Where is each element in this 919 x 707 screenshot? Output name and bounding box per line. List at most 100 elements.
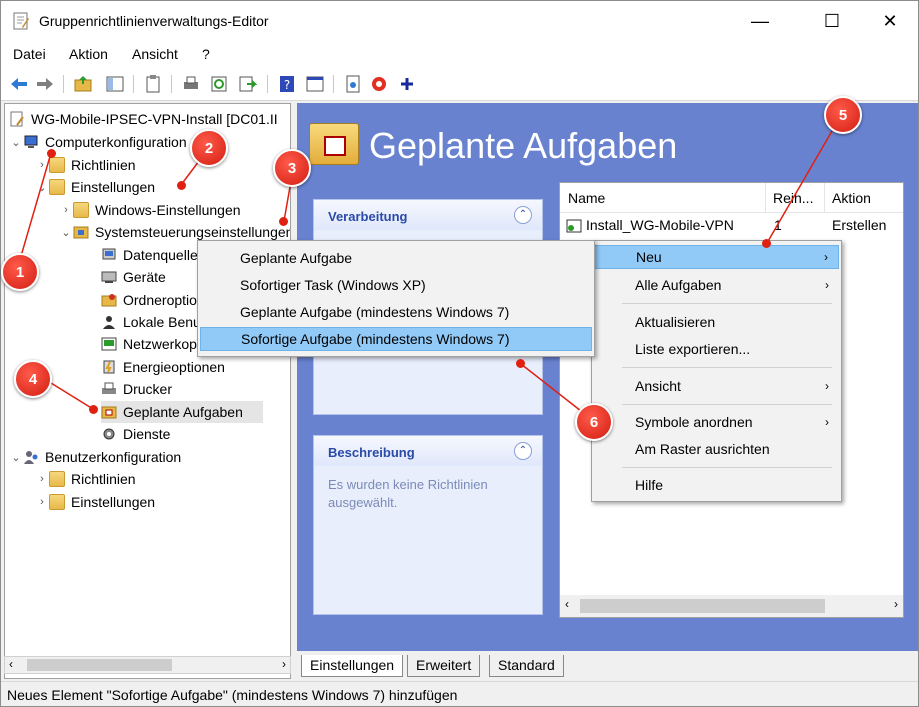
tree-windows-einstellungen[interactable]: › Windows-Einstellungen	[59, 199, 241, 221]
chevron-right-icon[interactable]: ›	[35, 473, 49, 485]
up-folder-icon[interactable]	[73, 74, 93, 94]
tree-drucker[interactable]: Drucker	[101, 378, 172, 400]
submenu-item-geplante-aufgabe-win7[interactable]: Geplante Aufgabe (mindestens Windows 7)	[200, 300, 592, 324]
chevron-right-icon[interactable]: ›	[35, 159, 49, 171]
beschreibung-text: Es wurden keine Richtlinien ausgewählt.	[328, 477, 488, 510]
chevron-down-icon[interactable]: ⌄	[9, 451, 23, 464]
tab-einstellungen[interactable]: Einstellungen	[301, 655, 404, 677]
stop-icon[interactable]	[369, 74, 389, 94]
power-icon	[103, 360, 115, 374]
clipboard-icon[interactable]	[143, 74, 163, 94]
folder-icon	[49, 179, 65, 195]
gpo-editor-icon	[13, 12, 29, 30]
scroll-left-icon[interactable]: ‹	[565, 597, 569, 611]
context-item-am-raster[interactable]: Am Raster ausrichten	[594, 437, 839, 461]
tab-erweitert[interactable]: Erweitert	[407, 655, 481, 677]
title-bar: Gruppenrichtlinienverwaltungs-Editor — ☐…	[1, 1, 918, 41]
print-icon[interactable]	[181, 74, 201, 94]
view-tabs: Einstellungen Erweitert Standard	[297, 651, 918, 679]
back-arrow-icon[interactable]	[9, 74, 29, 94]
tree-datenquellen[interactable]: Datenquellen	[101, 244, 206, 266]
refresh-icon[interactable]	[209, 74, 229, 94]
properties-icon[interactable]	[305, 74, 325, 94]
tree-dienste[interactable]: Dienste	[101, 423, 170, 445]
editor-window: Gruppenrichtlinienverwaltungs-Editor — ☐…	[0, 0, 919, 707]
submenu-item-geplante-aufgabe[interactable]: Geplante Aufgabe	[200, 246, 592, 270]
add-icon[interactable]	[397, 74, 417, 94]
callout-6: 6	[575, 403, 613, 441]
forward-arrow-icon[interactable]	[35, 74, 55, 94]
menu-datei[interactable]: Datei	[13, 46, 46, 62]
table-row[interactable]: Install_WG-Mobile-VPN 1 Erstellen	[560, 215, 903, 237]
status-text: Neues Element "Sofortige Aufgabe" (minde…	[7, 687, 458, 703]
data-source-icon	[102, 248, 116, 260]
tree-horizontal-scrollbar[interactable]: ‹ ›	[4, 656, 291, 674]
devices-icon	[101, 271, 117, 283]
submenu-item-sofortige-aufgabe-win7[interactable]: Sofortige Aufgabe (mindestens Windows 7)	[200, 327, 592, 351]
submenu-item-sofortiger-task-xp[interactable]: Sofortiger Task (Windows XP)	[200, 273, 592, 297]
list-horizontal-scrollbar[interactable]: ‹ ›	[560, 595, 903, 617]
scheduled-tasks-large-icon	[309, 123, 359, 165]
tree-benutzer-config[interactable]: ⌄ Benutzerkonfiguration	[9, 446, 181, 468]
tree-computer-config[interactable]: ⌄ Computerkonfiguration	[9, 131, 186, 153]
document-icon[interactable]	[343, 74, 363, 94]
task-icon	[566, 219, 582, 233]
tree-einstellungen-2[interactable]: › Einstellungen	[35, 491, 155, 513]
chevron-right-icon[interactable]: ›	[59, 204, 73, 216]
scroll-right-icon[interactable]: ›	[282, 657, 286, 671]
tab-standard[interactable]: Standard	[489, 655, 564, 677]
scroll-right-icon[interactable]: ›	[894, 597, 898, 611]
menu-ansicht[interactable]: Ansicht	[132, 46, 178, 62]
collapse-icon[interactable]: ⌃	[514, 206, 532, 224]
export-list-icon[interactable]	[237, 74, 257, 94]
context-item-symbole-anordnen[interactable]: Symbole anordnen ›	[594, 410, 839, 434]
context-item-aktualisieren[interactable]: Aktualisieren	[594, 310, 839, 334]
column-name[interactable]: Name	[568, 190, 605, 206]
tree-energieoptionen[interactable]: Energieoptionen	[101, 356, 225, 378]
context-item-ansicht[interactable]: Ansicht ›	[594, 374, 839, 398]
folder-icon	[49, 471, 65, 487]
context-item-hilfe[interactable]: Hilfe	[594, 473, 839, 497]
callout-5: 5	[824, 96, 862, 134]
task-action: Erstellen	[832, 217, 887, 233]
maximize-button[interactable]: ☐	[809, 1, 855, 41]
chevron-right-icon[interactable]: ›	[35, 496, 49, 508]
context-menu: Neu › Alle Aufgaben › Aktualisieren Liste …	[591, 240, 842, 502]
callout-4-marker	[89, 405, 98, 414]
tree-einstellungen-1[interactable]: ⌄ Einstellungen	[35, 176, 155, 198]
context-submenu-neu: Geplante Aufgabe Sofortiger Task (Window…	[197, 240, 595, 357]
scrollbar-thumb[interactable]	[27, 659, 172, 671]
context-item-liste-exportieren[interactable]: Liste exportieren...	[594, 337, 839, 361]
users-icon	[103, 316, 115, 329]
tree-geplante-aufgaben[interactable]: Geplante Aufgaben	[101, 401, 263, 423]
tree-geraete[interactable]: Geräte	[101, 266, 166, 288]
callout-5-marker	[762, 239, 771, 248]
minimize-button[interactable]: —	[737, 1, 783, 41]
toolbar: ?	[1, 67, 918, 101]
column-aktion[interactable]: Aktion	[832, 190, 871, 206]
folder-options-icon	[101, 294, 117, 307]
chevron-right-icon: ›	[825, 379, 829, 393]
panel-verarbeitung-title: Verarbeitung	[314, 200, 542, 230]
scrollbar-thumb[interactable]	[580, 599, 825, 613]
services-gear-icon	[103, 428, 115, 440]
show-hide-tree-icon[interactable]	[105, 74, 125, 94]
chevron-down-icon[interactable]: ⌄	[9, 136, 23, 149]
tree-root[interactable]: WG-Mobile-IPSEC-VPN-Install [DC01.II	[9, 108, 278, 130]
menu-aktion[interactable]: Aktion	[69, 46, 108, 62]
collapse-icon[interactable]: ⌃	[514, 442, 532, 460]
close-button[interactable]: ✕	[867, 1, 913, 41]
context-item-neu[interactable]: Neu ›	[594, 245, 839, 269]
scroll-left-icon[interactable]: ‹	[9, 657, 13, 671]
tree-richtlinien-2[interactable]: › Richtlinien	[35, 468, 136, 490]
context-item-alle-aufgaben[interactable]: Alle Aufgaben ›	[594, 273, 839, 297]
chevron-down-icon[interactable]: ⌄	[35, 181, 49, 194]
help-icon[interactable]: ?	[277, 74, 297, 94]
window-title: Gruppenrichtlinienverwaltungs-Editor	[39, 13, 269, 29]
chevron-down-icon[interactable]: ⌄	[59, 226, 73, 239]
callout-1-marker	[47, 149, 56, 158]
callout-2-marker	[177, 181, 186, 190]
callout-2: 2	[190, 129, 228, 167]
column-reihenfolge[interactable]: Reih...	[773, 190, 813, 206]
menu-help[interactable]: ?	[202, 46, 210, 62]
